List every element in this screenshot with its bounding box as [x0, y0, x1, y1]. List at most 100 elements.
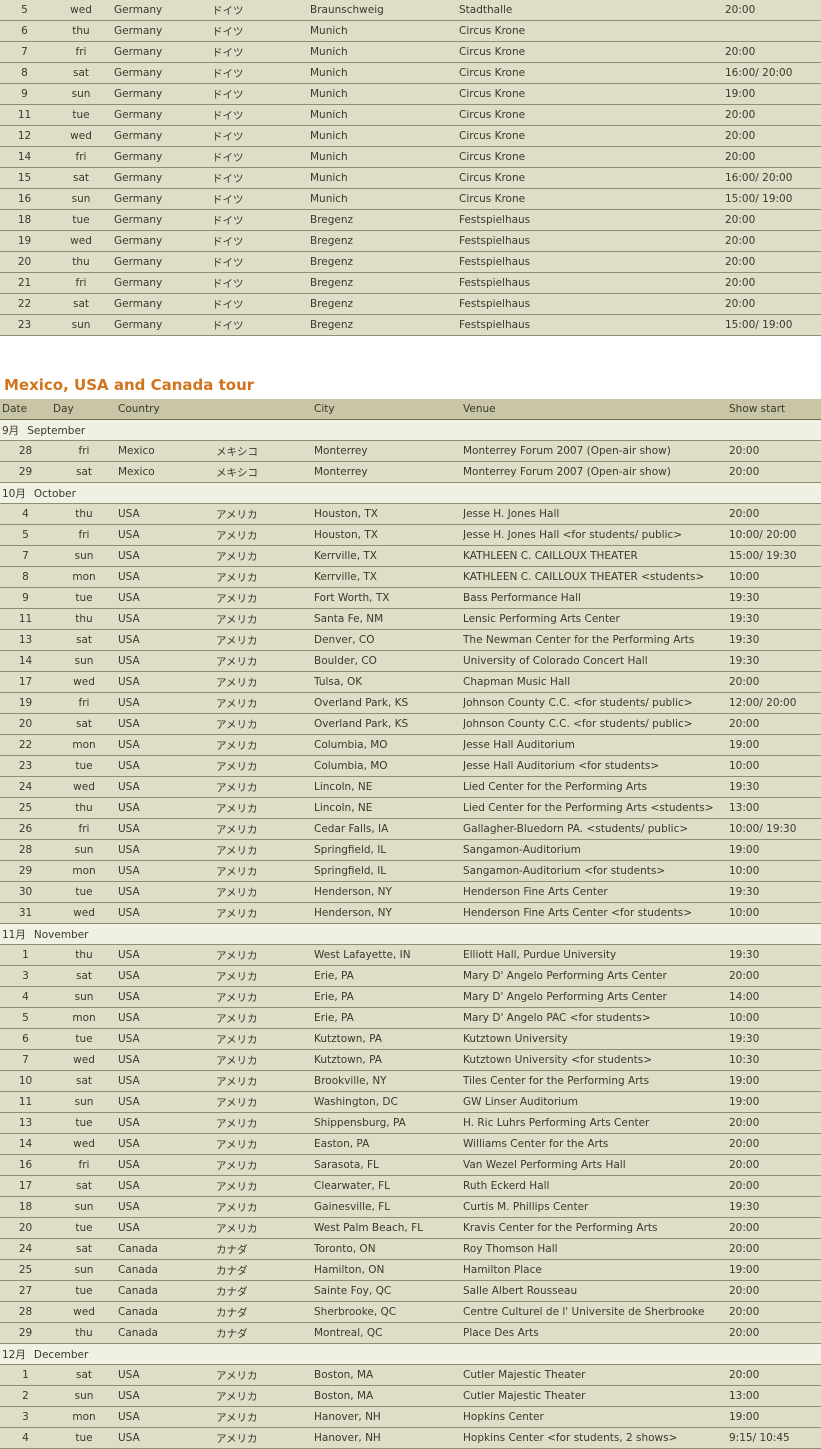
cell-country-jp: ドイツ — [212, 293, 310, 315]
cell-show-start: 20:00 — [725, 104, 821, 126]
cell-country-jp: アメリカ — [216, 1049, 314, 1071]
cell-date: 27 — [0, 1280, 51, 1302]
table-row: 17 sat USA アメリカ Clearwater, FL Ruth Eckerd Ha… — [0, 1175, 821, 1197]
cell-country-jp: ドイツ — [212, 188, 310, 210]
cell-city: Overland Park, KS — [314, 713, 463, 735]
cell-show-start: 20:00 — [725, 146, 821, 168]
cell-show-start: 19:30 — [729, 629, 821, 651]
table-row: 3 sat USA アメリカ Erie, PA Mary D' Angelo Perfor… — [0, 965, 821, 987]
cell-venue: Mary D' Angelo PAC <for students> — [463, 1007, 729, 1029]
cell-venue: Lied Center for the Performing Arts <stu… — [463, 797, 729, 819]
cell-city: Hanover, NH — [314, 1427, 463, 1449]
cell-country-jp: アメリカ — [216, 1154, 314, 1176]
cell-show-start: 10:00 — [729, 860, 821, 882]
cell-city: Toronto, ON — [314, 1238, 463, 1260]
cell-venue: Cutler Majestic Theater — [463, 1385, 729, 1407]
cell-day: fri — [51, 1154, 117, 1176]
cell-country-jp: ドイツ — [212, 125, 310, 147]
cell-country: Canada — [117, 1301, 216, 1323]
table-row: 13 sat USA アメリカ Denver, CO The Newman Center … — [0, 629, 821, 651]
table-row: 19 fri USA アメリカ Overland Park, KS Johnson Cou… — [0, 692, 821, 714]
table-row: 14 fri Germany ドイツ Munich Circus Krone 20:00 — [0, 146, 821, 168]
cell-date: 20 — [0, 1217, 51, 1239]
table-row: 29 thu Canada カナダ Montreal, QC Place Des Arts… — [0, 1322, 821, 1344]
table-row: 17 wed USA アメリカ Tulsa, OK Chapman Music Hall 2… — [0, 671, 821, 693]
cell-show-start: 10:00 — [729, 902, 821, 924]
cell-day: fri — [51, 524, 117, 546]
cell-date: 16 — [0, 188, 49, 210]
cell-city: Munich — [310, 125, 459, 147]
cell-city: Munich — [310, 83, 459, 105]
cell-day: wed — [51, 1133, 117, 1155]
cell-show-start: 20:00 — [725, 41, 821, 63]
cell-country: USA — [117, 1175, 216, 1197]
tour-schedule-body: 9月 September 28 fri Mexico メキシコ Monterrey Monte… — [0, 419, 821, 1449]
cell-show-start: 19:30 — [729, 608, 821, 630]
cell-date: 5 — [0, 1007, 51, 1029]
cell-day: sat — [49, 62, 113, 84]
cell-city: Lincoln, NE — [314, 797, 463, 819]
cell-venue: Circus Krone — [459, 41, 725, 63]
cell-city: Braunschweig — [310, 0, 459, 21]
cell-day: sun — [51, 650, 117, 672]
cell-day: thu — [51, 1322, 117, 1344]
cell-date: 7 — [0, 41, 49, 63]
cell-country-jp: カナダ — [216, 1259, 314, 1281]
cell-city: Munich — [310, 41, 459, 63]
cell-venue: Hamilton Place — [463, 1259, 729, 1281]
cell-country-jp: ドイツ — [212, 20, 310, 42]
cell-date: 4 — [0, 1427, 51, 1449]
cell-country-jp: アメリカ — [216, 1385, 314, 1407]
cell-show-start: 19:00 — [729, 1259, 821, 1281]
cell-venue: Cutler Majestic Theater — [463, 1364, 729, 1386]
month-label-en: November — [33, 928, 89, 941]
cell-venue: Roy Thomson Hall — [463, 1238, 729, 1260]
cell-country-jp: アメリカ — [216, 755, 314, 777]
cell-day: sat — [51, 1364, 117, 1386]
cell-show-start: 20:00 — [729, 965, 821, 987]
cell-show-start: 20:00 — [729, 1280, 821, 1302]
cell-city: Munich — [310, 146, 459, 168]
table-row: 10 sat USA アメリカ Brookville, NY Tiles Center f… — [0, 1070, 821, 1092]
cell-venue: Hopkins Center — [463, 1406, 729, 1428]
cell-day: thu — [51, 944, 117, 966]
cell-city: Springfield, IL — [314, 839, 463, 861]
cell-date: 1 — [0, 1364, 51, 1386]
cell-city: Bregenz — [310, 293, 459, 315]
cell-venue: Chapman Music Hall — [463, 671, 729, 693]
cell-country-jp: ドイツ — [212, 0, 310, 21]
cell-show-start: 16:00/ 20:00 — [725, 167, 821, 189]
cell-country-jp: アメリカ — [216, 944, 314, 966]
cell-show-start: 19:30 — [729, 1028, 821, 1050]
cell-city: Columbia, MO — [314, 734, 463, 756]
cell-show-start: 19:00 — [725, 83, 821, 105]
tour-title: Mexico, USA and Canada tour — [4, 376, 255, 394]
cell-day: mon — [51, 566, 117, 588]
cell-venue: Centre Culturel de l' Universite de Sher… — [463, 1301, 729, 1323]
cell-date: 11 — [0, 104, 49, 126]
header-country: Country — [117, 399, 216, 420]
month-header-row: 10月 October — [0, 482, 821, 504]
cell-country: Germany — [113, 293, 212, 315]
europe-schedule-table: 5 wed Germany ドイツ Braunschweig Stadthalle 20:0… — [0, 0, 821, 336]
table-row: 28 fri Mexico メキシコ Monterrey Monterrey Forum … — [0, 440, 821, 462]
cell-date: 22 — [0, 293, 49, 315]
cell-city: Erie, PA — [314, 986, 463, 1008]
cell-country-jp: ドイツ — [212, 314, 310, 336]
table-row: 29 sat Mexico メキシコ Monterrey Monterrey Forum … — [0, 461, 821, 483]
cell-date: 10 — [0, 1070, 51, 1092]
cell-country-jp: メキシコ — [216, 461, 314, 483]
cell-country-jp: アメリカ — [216, 608, 314, 630]
cell-venue: Circus Krone — [459, 104, 725, 126]
cell-country: Mexico — [117, 440, 216, 462]
cell-city: Brookville, NY — [314, 1070, 463, 1092]
cell-date: 14 — [0, 650, 51, 672]
cell-venue: Hopkins Center <for students, 2 shows> — [463, 1427, 729, 1449]
cell-city: Hanover, NH — [314, 1406, 463, 1428]
cell-day: sun — [51, 545, 117, 567]
cell-date: 5 — [0, 524, 51, 546]
cell-city: Henderson, NY — [314, 881, 463, 903]
cell-venue: Bass Performance Hall — [463, 587, 729, 609]
cell-date: 14 — [0, 146, 49, 168]
cell-day: wed — [51, 902, 117, 924]
